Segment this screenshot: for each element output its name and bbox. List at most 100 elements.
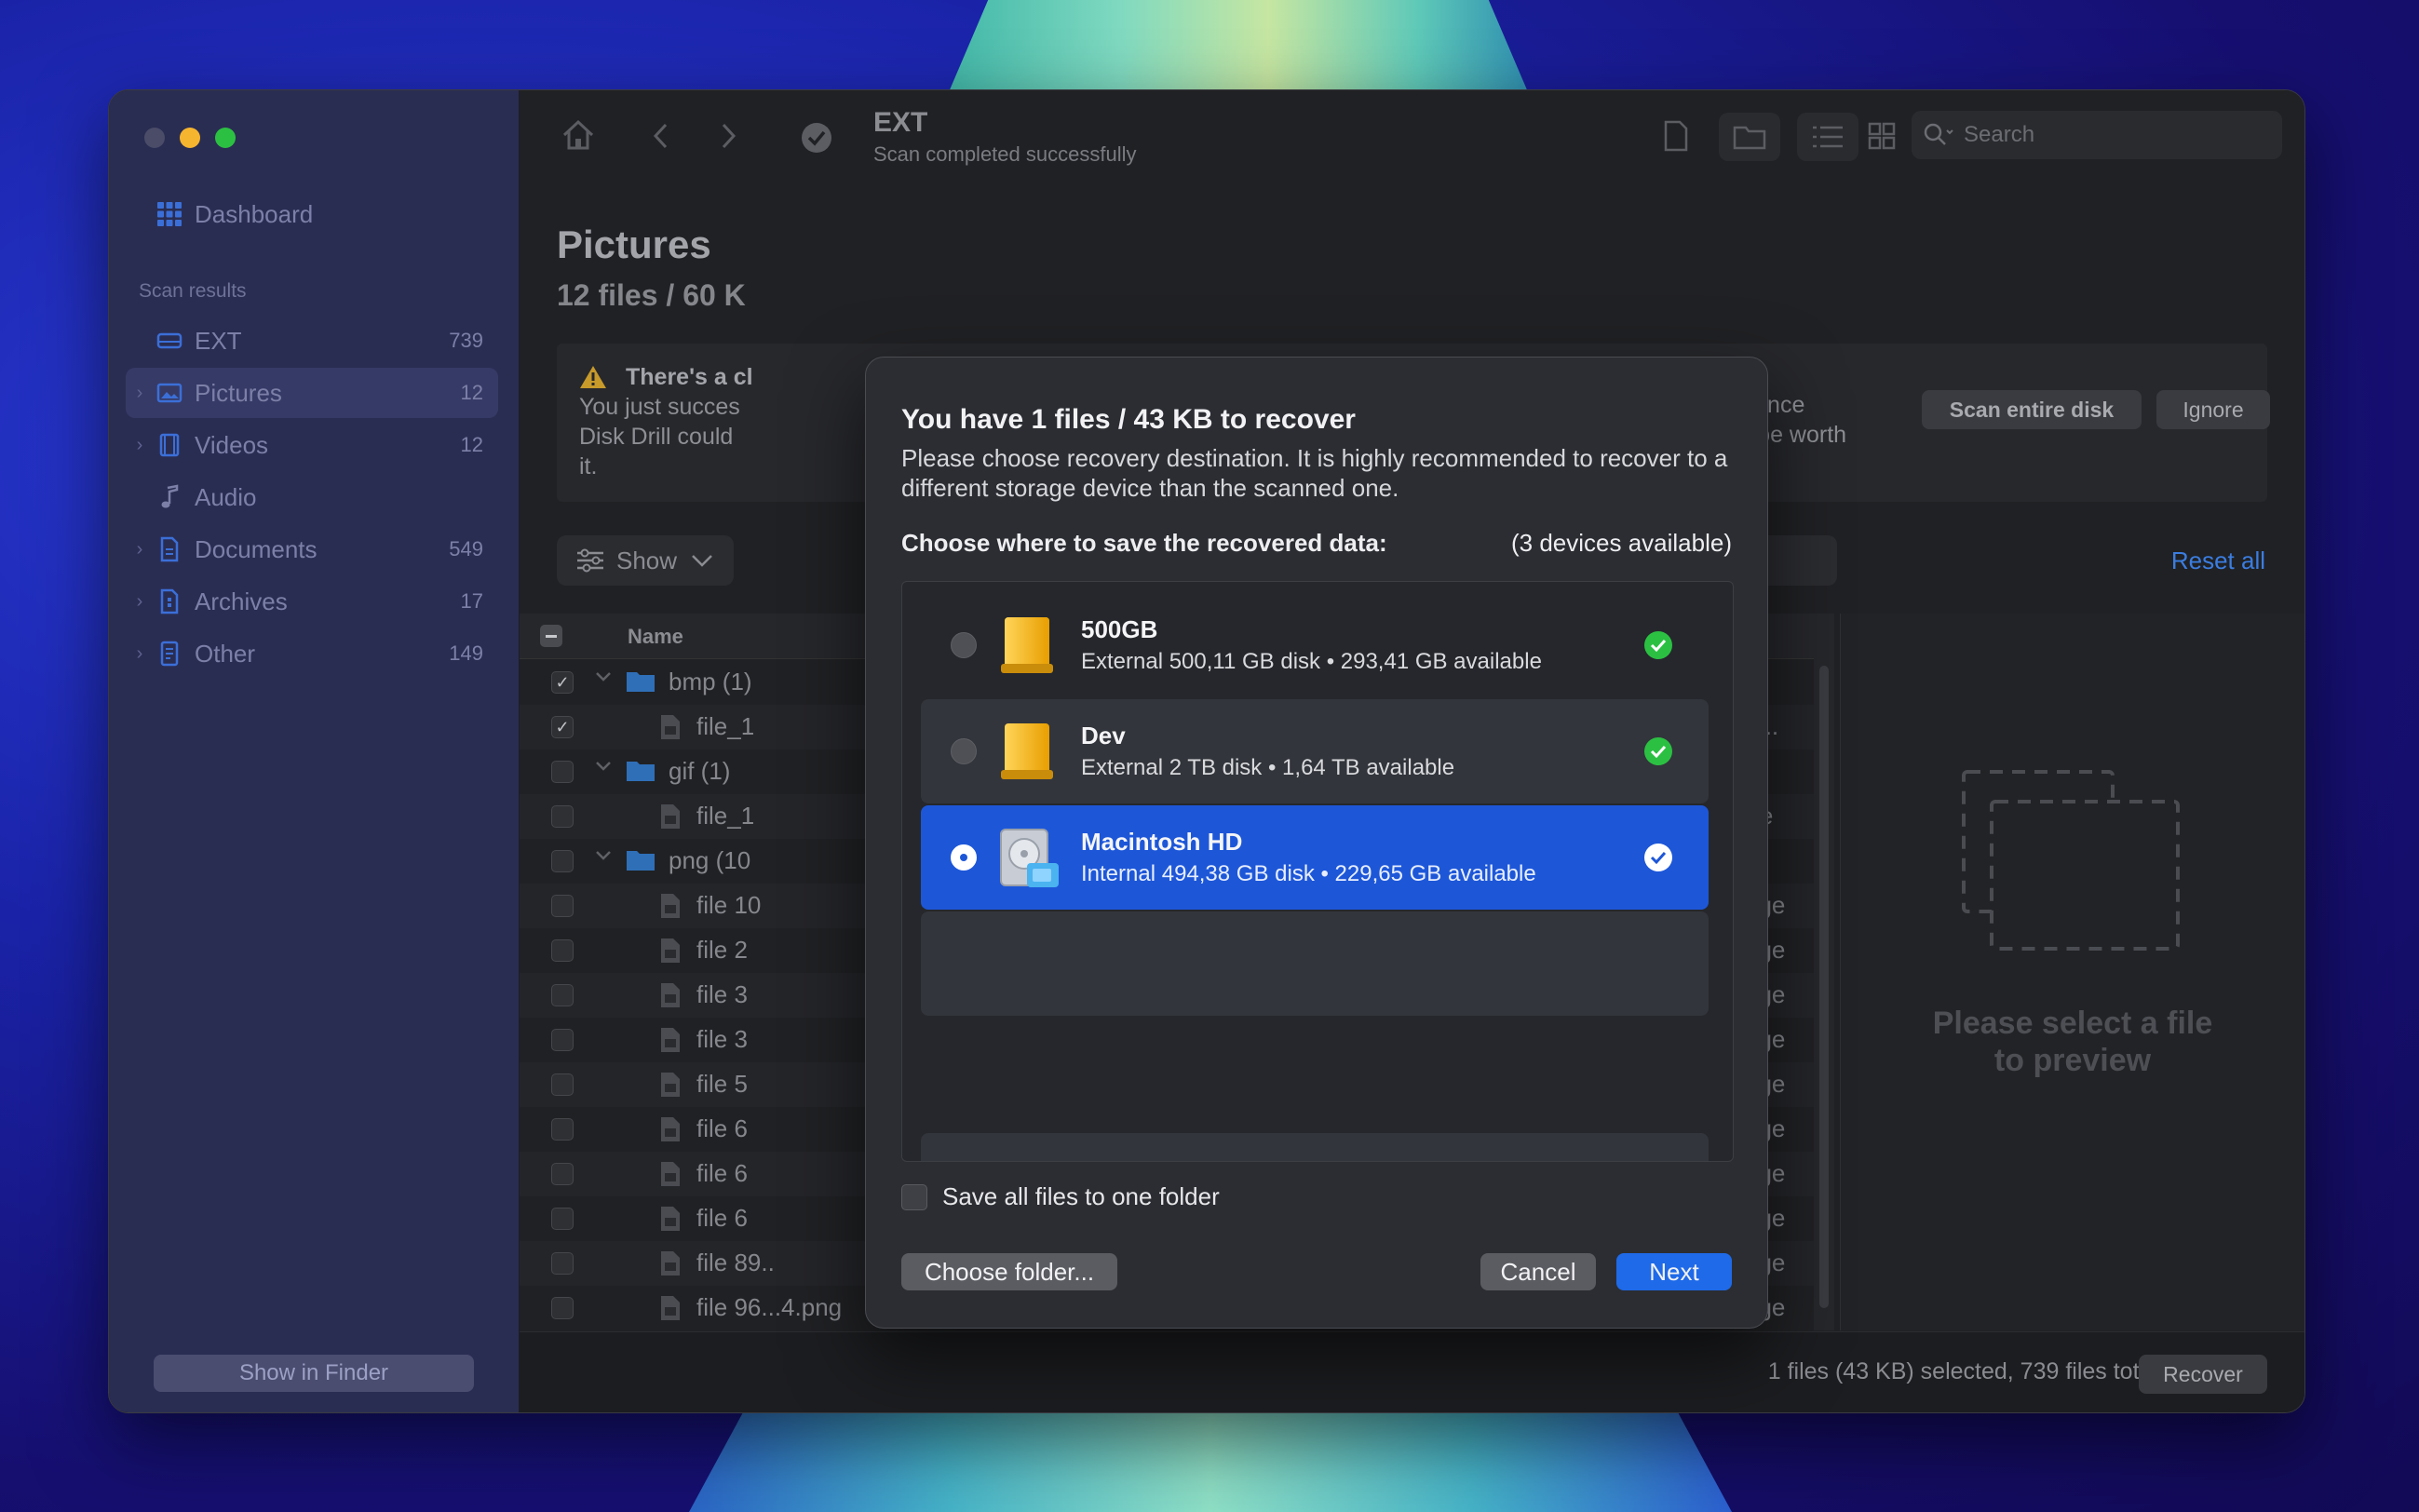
sidebar-item-other[interactable]: › Other 149 <box>126 628 498 679</box>
row-checkbox[interactable] <box>551 984 574 1006</box>
sidebar-item-audio[interactable]: Audio <box>126 472 498 522</box>
checkmark-circle-icon <box>801 122 832 158</box>
file-icon[interactable] <box>1663 120 1689 156</box>
row-checkbox[interactable] <box>551 1029 574 1051</box>
show-in-finder-button[interactable]: Show in Finder <box>154 1355 474 1392</box>
row-checkbox[interactable]: ✓ <box>551 716 574 738</box>
row-checkbox[interactable] <box>551 1252 574 1275</box>
home-icon[interactable] <box>561 118 596 156</box>
device-radio-selected[interactable] <box>951 844 977 871</box>
row-checkbox[interactable] <box>551 1297 574 1319</box>
choose-folder-button[interactable]: Choose folder... <box>901 1253 1117 1290</box>
chevron-left-icon[interactable] <box>652 122 670 155</box>
chevron-down-icon[interactable] <box>594 668 613 689</box>
chevron-down-icon[interactable] <box>594 757 613 778</box>
device-radio[interactable] <box>951 738 977 764</box>
show-filter-button[interactable]: Show <box>557 535 734 586</box>
zoom-window-button[interactable] <box>215 128 236 148</box>
scrollbar-thumb[interactable] <box>1819 666 1829 1308</box>
chevron-right-icon[interactable]: › <box>126 643 154 665</box>
chevron-right-icon[interactable]: › <box>126 383 154 404</box>
sidebar-item-count: 149 <box>449 641 483 665</box>
sidebar-item-label: Documents <box>195 534 318 563</box>
device-row-empty <box>921 1133 1709 1161</box>
row-checkbox[interactable] <box>551 1073 574 1096</box>
list-view-icon[interactable] <box>1797 113 1858 161</box>
show-filter-label: Show <box>616 546 678 574</box>
ignore-button[interactable]: Ignore <box>2156 390 2270 429</box>
sidebar-item-archives[interactable]: › Archives 17 <box>126 576 498 627</box>
row-checkbox[interactable] <box>551 1163 574 1185</box>
row-name: file 3 <box>696 1025 748 1053</box>
sidebar-item-label: Dashboard <box>195 199 314 228</box>
sidebar-item-dashboard[interactable]: Dashboard <box>126 189 498 239</box>
folder-icon <box>626 759 655 790</box>
scan-status: Scan completed successfully <box>873 142 1137 166</box>
select-all-checkbox[interactable] <box>540 625 562 647</box>
notice-line: Disk Drill could <box>579 424 734 450</box>
file-icon <box>659 1072 682 1104</box>
chevron-right-icon[interactable]: › <box>126 435 154 456</box>
row-name: file 3 <box>696 980 748 1008</box>
sidebar-item-pictures[interactable]: › Pictures 12 <box>126 368 498 418</box>
chevron-right-icon[interactable]: › <box>126 591 154 613</box>
reset-all-link[interactable]: Reset all <box>2171 547 2265 575</box>
row-checkbox[interactable] <box>551 1118 574 1141</box>
chevron-down-icon[interactable] <box>594 846 613 868</box>
sidebar-item-documents[interactable]: › Documents 549 <box>126 524 498 574</box>
device-row-dev[interactable]: Dev External 2 TB disk • 1,64 TB availab… <box>921 699 1709 803</box>
row-checkbox[interactable] <box>551 895 574 917</box>
device-radio[interactable] <box>951 632 977 658</box>
device-row-macintosh-hd[interactable]: Macintosh HD Internal 494,38 GB disk • 2… <box>921 805 1709 910</box>
row-name: file 2 <box>696 936 748 964</box>
folder-view-icon[interactable] <box>1719 113 1780 161</box>
next-button[interactable]: Next <box>1616 1253 1732 1290</box>
device-name: Macintosh HD <box>1081 828 1243 856</box>
recovery-destination-dialog: You have 1 files / 43 KB to recover Plea… <box>865 357 1768 1329</box>
dialog-title: You have 1 files / 43 KB to recover <box>901 404 1356 435</box>
file-icon <box>659 714 682 747</box>
folder-icon <box>626 848 655 879</box>
sidebar-item-videos[interactable]: › Videos 12 <box>126 420 498 470</box>
recover-button[interactable]: Recover <box>2139 1355 2267 1394</box>
file-icon <box>659 982 682 1015</box>
checkbox[interactable] <box>901 1183 927 1210</box>
sliders-icon <box>575 547 605 574</box>
row-name: file_1 <box>696 712 755 740</box>
row-checkbox[interactable] <box>551 805 574 828</box>
chevron-right-icon[interactable]: › <box>126 539 154 560</box>
sidebar-item-ext[interactable]: EXT 739 <box>126 316 498 366</box>
row-checkbox[interactable] <box>551 939 574 962</box>
file-icon <box>659 1295 682 1328</box>
row-checkbox[interactable]: ✓ <box>551 671 574 694</box>
row-checkbox[interactable] <box>551 850 574 872</box>
row-name: file 10 <box>696 891 762 919</box>
checkmark-circle-icon <box>1644 737 1672 765</box>
cancel-button[interactable]: Cancel <box>1480 1253 1596 1290</box>
row-checkbox[interactable] <box>551 1208 574 1230</box>
warning-icon <box>579 365 607 389</box>
chevron-right-icon[interactable] <box>719 122 737 155</box>
table-scrollbar[interactable] <box>1814 614 1834 1330</box>
grid-view-icon[interactable] <box>1868 122 1896 155</box>
row-name: gif (1) <box>669 757 731 785</box>
save-one-folder-checkbox[interactable]: Save all files to one folder <box>901 1182 1220 1211</box>
close-window-button[interactable] <box>144 128 165 148</box>
search-input[interactable]: Search <box>1912 111 2282 159</box>
sidebar-item-count: 549 <box>449 537 483 560</box>
scan-results-heading: Scan results <box>139 280 247 302</box>
preview-placeholder-line: to preview <box>1993 1043 2152 1078</box>
folder-icon <box>626 669 655 700</box>
device-row-500gb[interactable]: 500GB External 500,11 GB disk • 293,41 G… <box>921 593 1709 697</box>
other-files-icon <box>154 641 185 667</box>
grid-icon <box>154 201 185 227</box>
device-list: 500GB External 500,11 GB disk • 293,41 G… <box>901 581 1734 1162</box>
document-icon <box>154 536 185 562</box>
row-checkbox[interactable] <box>551 761 574 783</box>
file-icon <box>659 938 682 970</box>
window-controls <box>144 128 236 148</box>
sidebar-item-label: Videos <box>195 430 269 459</box>
scan-entire-disk-button[interactable]: Scan entire disk <box>1922 390 2142 429</box>
column-header-name[interactable]: Name <box>628 625 683 649</box>
minimize-window-button[interactable] <box>180 128 200 148</box>
